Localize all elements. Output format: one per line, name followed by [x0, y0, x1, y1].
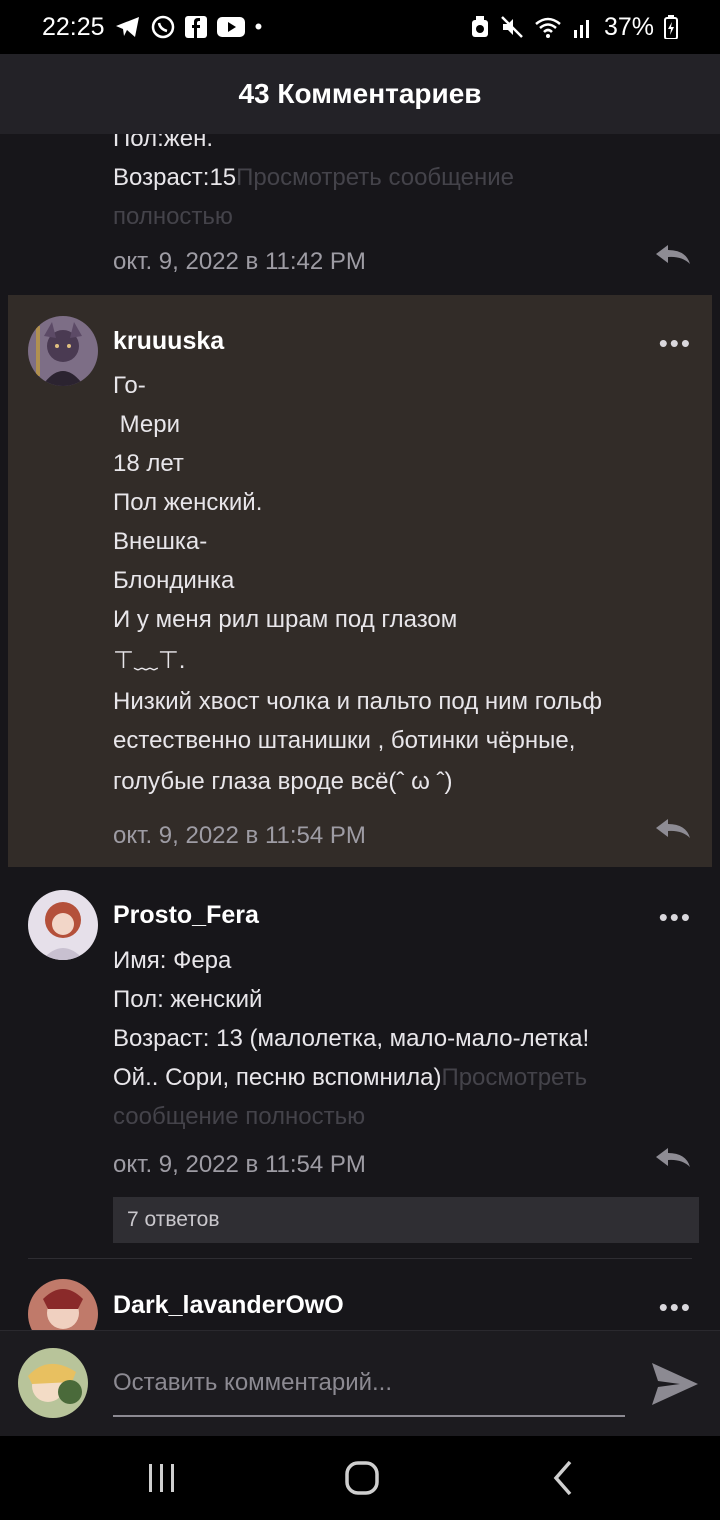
reply-icon[interactable]	[654, 818, 692, 840]
send-icon[interactable]	[650, 1359, 700, 1409]
comment-body: Имя: Фера Пол: женский Возраст: 13 (мало…	[113, 941, 673, 1136]
signal-icon	[573, 20, 589, 38]
my-avatar	[18, 1348, 88, 1418]
username[interactable]: kruuuska	[113, 327, 224, 356]
read-more-link[interactable]: Просмотреть	[441, 1064, 587, 1091]
youtube-icon	[216, 17, 245, 37]
battery-icon	[664, 15, 678, 39]
avatar[interactable]	[28, 890, 98, 960]
telegram-icon	[115, 17, 139, 37]
username[interactable]: Prosto_Fera	[113, 901, 259, 930]
reply-icon[interactable]	[654, 244, 692, 266]
recent-apps-icon[interactable]	[140, 1456, 184, 1500]
status-time: 22:25	[42, 12, 105, 41]
comment-time: окт. 9, 2022 в 11:54 PM	[113, 1151, 366, 1178]
read-more-link[interactable]: Просмотреть сообщение	[236, 164, 514, 191]
comment-body: Го- Мери 18 лет Пол женский. Внешка- Бло…	[113, 372, 602, 795]
reply-icon[interactable]	[654, 1147, 692, 1169]
more-options-icon[interactable]: •••	[659, 328, 692, 359]
comment-time: окт. 9, 2022 в 11:54 PM	[113, 822, 366, 849]
wifi-icon	[535, 17, 561, 38]
header: 43 Комментариев	[0, 54, 720, 134]
read-more-link-cont[interactable]: сообщение полностью	[113, 1097, 673, 1136]
page-title: 43 Комментариев	[238, 78, 482, 109]
divider	[28, 1258, 692, 1259]
home-icon[interactable]	[340, 1456, 384, 1500]
read-more-link-cont[interactable]: полностью	[113, 197, 673, 236]
view-replies-button[interactable]: 7 ответов	[113, 1197, 699, 1243]
facebook-icon	[184, 16, 207, 38]
system-nav-bar	[0, 1436, 720, 1520]
battery-percent: 37%	[603, 12, 654, 41]
mute-icon	[501, 16, 523, 38]
comment-body: Пол:жен. Возраст:15Просмотреть сообщение…	[113, 134, 673, 236]
back-icon[interactable]	[542, 1456, 586, 1500]
avatar[interactable]	[28, 316, 98, 386]
more-options-icon[interactable]: •••	[659, 1292, 692, 1323]
comment-time: окт. 9, 2022 в 11:42 PM	[113, 248, 366, 275]
more-options-icon[interactable]: •••	[659, 902, 692, 933]
comments-list[interactable]: Пол:жен. Возраст:15Просмотреть сообщение…	[0, 134, 720, 1330]
avatar[interactable]	[28, 1279, 98, 1330]
recycle-icon	[471, 16, 488, 37]
dot-icon: •	[254, 14, 263, 39]
whatsapp-icon	[151, 15, 174, 39]
username[interactable]: Dark_lavanderOwO	[113, 1291, 344, 1320]
status-bar: 22:25 • 37%	[0, 0, 720, 54]
comment-input[interactable]: Оставить комментарий...	[113, 1359, 625, 1417]
comment-composer: Оставить комментарий...	[0, 1330, 720, 1437]
